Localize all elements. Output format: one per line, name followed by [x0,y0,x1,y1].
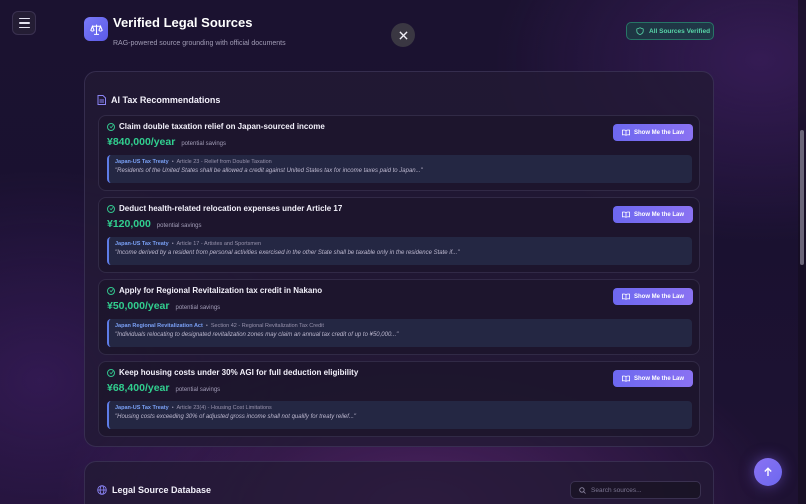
check-circle-icon [107,204,115,213]
recommendation-title: Apply for Regional Revitalization tax cr… [107,286,322,295]
button-label: Show Me the Law [633,293,684,300]
recommendation-title-text: Deduct health-related relocation expense… [119,204,343,213]
recommendation-card: Keep housing costs under 30% AGI for ful… [98,361,700,437]
citation-source-link[interactable]: Japan-US Tax Treaty [115,241,169,247]
section-title-text: AI Tax Recommendations [111,95,221,105]
recommendation-title-text: Keep housing costs under 30% AGI for ful… [119,368,359,377]
section-title-text: Legal Source Database [112,485,212,495]
savings-value: ¥840,000/year [107,136,176,148]
recommendation-title-text: Claim double taxation relief on Japan-so… [119,122,325,131]
book-icon [621,375,630,382]
citation-source-link[interactable]: Japan Regional Revitalization Act [115,323,203,329]
citation-source-link[interactable]: Japan-US Tax Treaty [115,159,169,165]
recommendation-card: Apply for Regional Revitalization tax cr… [98,279,700,355]
menu-icon-line [18,17,30,20]
check-circle-icon [107,368,115,377]
savings-label: potential savings [156,223,202,229]
savings-value: ¥68,400/year [107,382,170,394]
citation-box: Japan-US Tax Treaty • Article 17 - Artis… [107,237,692,265]
menu-icon-line [18,22,30,24]
recommendation-title: Claim double taxation relief on Japan-so… [107,122,325,131]
show-me-the-law-button[interactable]: Show Me the Law [613,370,693,387]
recommendation-title: Deduct health-related relocation expense… [107,204,342,213]
show-me-the-law-button[interactable]: Show Me the Law [613,288,693,305]
shield-icon [636,27,644,35]
document-icon [97,95,106,105]
citation-box: Japan Regional Revitalization Act • Sect… [107,319,692,347]
citation-quote: "Housing costs exceeding 30% of adjusted… [115,414,357,420]
savings-label: potential savings [175,387,221,393]
savings-value: ¥120,000 [107,218,151,230]
book-icon [621,293,630,300]
savings-amount: ¥68,400/year potential savings [107,382,220,394]
verified-badge-label: All Sources Verified [649,27,711,35]
citation-source-link[interactable]: Japan-US Tax Treaty [115,405,169,411]
citation-article: Article 17 - Artistes and Sportsmen [176,241,262,247]
scrollbar-thumb[interactable] [800,130,804,265]
savings-value: ¥50,000/year [107,300,170,312]
citation-article: Article 23 - Relief from Double Taxation [176,159,272,165]
citation-quote: "Residents of the United States shall be… [115,168,423,174]
recommendation-title: Keep housing costs under 30% AGI for ful… [107,368,358,377]
search-input[interactable] [591,486,691,494]
recommendation-card: Claim double taxation relief on Japan-so… [98,115,700,191]
search-box[interactable] [570,481,701,499]
show-me-the-law-button[interactable]: Show Me the Law [613,206,693,223]
citation-box: Japan-US Tax Treaty • Article 23 - Relie… [107,155,692,183]
book-icon [621,129,630,136]
savings-amount: ¥120,000 potential savings [107,218,202,230]
scroll-to-top-button[interactable] [754,458,782,486]
menu-button[interactable] [12,11,36,35]
savings-amount: ¥840,000/year potential savings [107,136,226,148]
close-button[interactable] [391,23,415,47]
arrow-up-icon [764,467,772,476]
scale-icon [84,17,108,41]
recommendation-card: Deduct health-related relocation expense… [98,197,700,273]
savings-label: potential savings [175,305,221,311]
recommendation-title-text: Apply for Regional Revitalization tax cr… [119,286,323,295]
check-circle-icon [107,286,115,295]
check-circle-icon [107,122,115,131]
search-icon [579,486,586,494]
citation-quote: "Individuals relocating to designated re… [115,332,399,338]
verified-badge: All Sources Verified [626,22,714,40]
show-me-the-law-button[interactable]: Show Me the Law [613,124,693,141]
savings-amount: ¥50,000/year potential savings [107,300,220,312]
button-label: Show Me the Law [633,129,684,136]
citation-quote: "Income derived by a resident from perso… [115,250,460,256]
savings-label: potential savings [181,141,227,147]
button-label: Show Me the Law [633,211,684,218]
citation-box: Japan-US Tax Treaty • Article 23(4) - Ho… [107,401,692,429]
menu-icon-line [18,26,30,29]
citation-article: Article 23(4) - Housing Cost Limitations [176,405,272,411]
citation-article: Section 42 - Regional Revitalization Tax… [210,323,324,329]
book-icon [621,211,630,218]
globe-icon [97,485,107,495]
button-label: Show Me the Law [633,375,684,382]
page-subtitle: RAG-powered source grounding with offici… [113,40,286,47]
database-section-title: Legal Source Database [97,485,211,495]
recommendations-section-title: AI Tax Recommendations [97,95,220,105]
close-icon [398,30,408,40]
page-title: Verified Legal Sources [113,15,253,30]
